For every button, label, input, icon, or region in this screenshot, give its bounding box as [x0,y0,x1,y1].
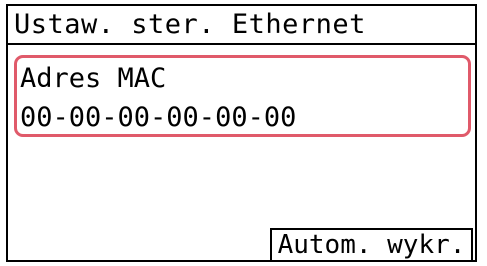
auto-detect-button[interactable]: Autom. wykr. [270,228,473,262]
mac-address-label: Adres MAC [20,63,167,94]
title-bar: Ustaw. ster. Ethernet [8,6,475,45]
lcd-screen: Ustaw. ster. Ethernet Adres MAC 00-00-00… [6,4,477,262]
mac-address-value: 00-00-00-00-00-00 [20,102,297,133]
screen-title: Ustaw. ster. Ethernet [14,9,366,40]
